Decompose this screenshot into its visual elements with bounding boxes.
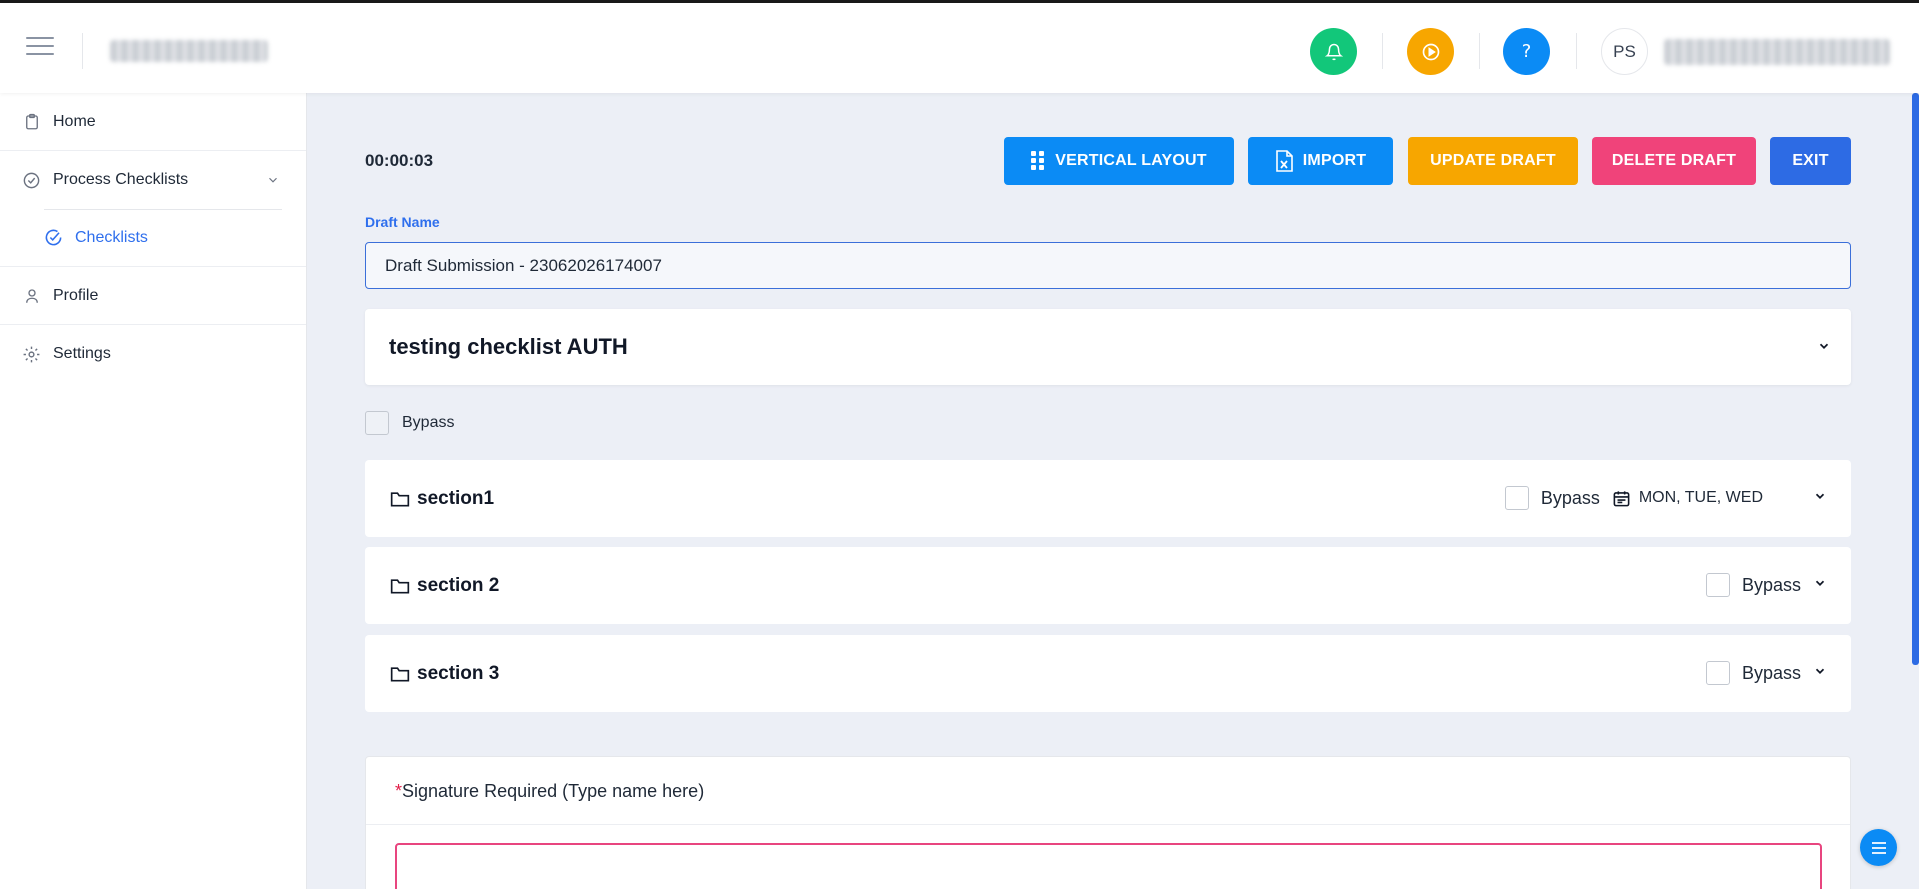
- sidebar-item-checklists[interactable]: Checklists: [0, 209, 306, 267]
- media-button[interactable]: [1407, 28, 1454, 75]
- section-controls: Bypass: [1705, 573, 1827, 597]
- exit-button[interactable]: EXIT: [1770, 137, 1851, 185]
- folder-icon: [390, 577, 410, 600]
- checklist-title: testing checklist AUTH: [389, 334, 628, 359]
- import-button[interactable]: IMPORT: [1248, 137, 1393, 185]
- schedule-days: MON, TUE, WED: [1612, 489, 1763, 508]
- chevron-down-icon[interactable]: [1817, 339, 1831, 358]
- play-circle-icon: [1422, 43, 1439, 60]
- sidebar-item-label: Settings: [53, 345, 111, 362]
- folder-icon: [390, 490, 410, 513]
- floating-menu-button[interactable]: [1860, 829, 1897, 866]
- chevron-down-icon: [266, 173, 280, 192]
- check-circle-icon: [44, 228, 63, 247]
- draft-name-input[interactable]: [365, 242, 1851, 289]
- section-name: section 3: [417, 663, 500, 684]
- sidebar-item-process-checklists[interactable]: Process Checklists: [0, 151, 306, 209]
- section-bypass-label: Bypass: [1540, 487, 1600, 508]
- signature-label: Signature Required (Type name here): [402, 781, 705, 801]
- calendar-icon: [1613, 490, 1630, 506]
- required-marker: *: [395, 781, 403, 801]
- exit-label: EXIT: [1792, 152, 1829, 169]
- delete-draft-button[interactable]: DELETE DRAFT: [1592, 137, 1756, 185]
- sidebar-item-settings[interactable]: Settings: [0, 325, 306, 383]
- excel-file-icon: [1275, 150, 1293, 172]
- section-bypass-label: Bypass: [1741, 574, 1801, 595]
- timer: 00:00:03: [365, 151, 434, 170]
- sidebar-item-label: Home: [53, 112, 96, 130]
- section-row[interactable]: section 2 Bypass: [365, 547, 1851, 624]
- chevron-down-icon[interactable]: [1813, 576, 1827, 595]
- section-controls: Bypass MON, TUE, WED: [1504, 486, 1827, 510]
- vertical-layout-label: VERTICAL LAYOUT: [1055, 152, 1207, 169]
- signature-card: *Signature Required (Type name here): [365, 756, 1851, 889]
- sidebar-item-profile[interactable]: Profile: [0, 267, 306, 325]
- folder-icon: [390, 665, 410, 688]
- blurred-company-name: [110, 40, 268, 62]
- list-icon: [1871, 841, 1886, 854]
- chevron-down-icon[interactable]: [1813, 664, 1827, 683]
- header-divider: [82, 33, 83, 69]
- delete-draft-label: DELETE DRAFT: [1611, 152, 1737, 169]
- section-controls: Bypass: [1705, 661, 1827, 685]
- sidebar-item-home[interactable]: Home: [0, 93, 306, 151]
- section-name: section 2: [417, 575, 500, 596]
- draft-name-label: Draft Name: [365, 214, 440, 230]
- hamburger-icon[interactable]: [26, 37, 54, 59]
- main-content: 00:00:03 VERTICAL LAYOUT IMPORT UPDATE D…: [307, 93, 1919, 889]
- bell-icon: [1324, 43, 1343, 60]
- chevron-down-icon[interactable]: [1813, 489, 1827, 508]
- section-bypass-checkbox[interactable]: [1705, 661, 1730, 685]
- import-label: IMPORT: [1302, 152, 1367, 169]
- check-circle-icon: [22, 171, 41, 190]
- sidebar-item-label: Process Checklists: [53, 171, 189, 188]
- blurred-user-name: [1664, 39, 1890, 65]
- header-divider: [1479, 33, 1480, 69]
- gear-icon: [22, 345, 41, 364]
- sidebar-item-label: Checklists: [75, 228, 148, 246]
- signature-textarea[interactable]: [395, 843, 1822, 889]
- section-bypass-label: Bypass: [1741, 662, 1801, 683]
- update-draft-button[interactable]: UPDATE DRAFT: [1408, 137, 1578, 185]
- section-bypass-checkbox[interactable]: [1705, 573, 1730, 597]
- header-divider: [1576, 33, 1577, 69]
- signature-title: *Signature Required (Type name here): [395, 781, 704, 802]
- vertical-layout-button[interactable]: VERTICAL LAYOUT: [1004, 137, 1234, 185]
- checklist-header-card[interactable]: testing checklist AUTH: [365, 309, 1851, 385]
- section-row[interactable]: section 3 Bypass: [365, 635, 1851, 712]
- sidebar: Home Process Checklists Checklists Profi…: [0, 93, 307, 889]
- bypass-label: Bypass: [402, 414, 455, 431]
- top-header: ? PS: [0, 3, 1919, 93]
- user-initials: PS: [1613, 41, 1636, 61]
- bypass-checkbox[interactable]: [365, 411, 389, 435]
- notifications-button[interactable]: [1310, 28, 1357, 75]
- header-divider: [1382, 33, 1383, 69]
- signature-header: *Signature Required (Type name here): [366, 757, 1850, 825]
- user-icon: [22, 286, 41, 305]
- section-bypass-checkbox[interactable]: [1504, 486, 1529, 510]
- schedule-days-text: MON, TUE, WED: [1638, 489, 1763, 506]
- scrollbar[interactable]: [1912, 93, 1919, 665]
- help-button[interactable]: ?: [1503, 28, 1550, 75]
- clipboard-icon: [22, 112, 41, 131]
- section-row[interactable]: section1 Bypass MON, TUE, WED: [365, 460, 1851, 537]
- avatar[interactable]: PS: [1601, 28, 1648, 75]
- sidebar-divider: [44, 209, 282, 210]
- section-name: section1: [417, 488, 495, 509]
- help-icon: ?: [1521, 41, 1532, 62]
- sidebar-item-label: Profile: [53, 286, 99, 304]
- update-draft-label: UPDATE DRAFT: [1430, 152, 1556, 169]
- grid-icon: [1031, 151, 1045, 171]
- checklist-bypass: Bypass: [365, 411, 454, 435]
